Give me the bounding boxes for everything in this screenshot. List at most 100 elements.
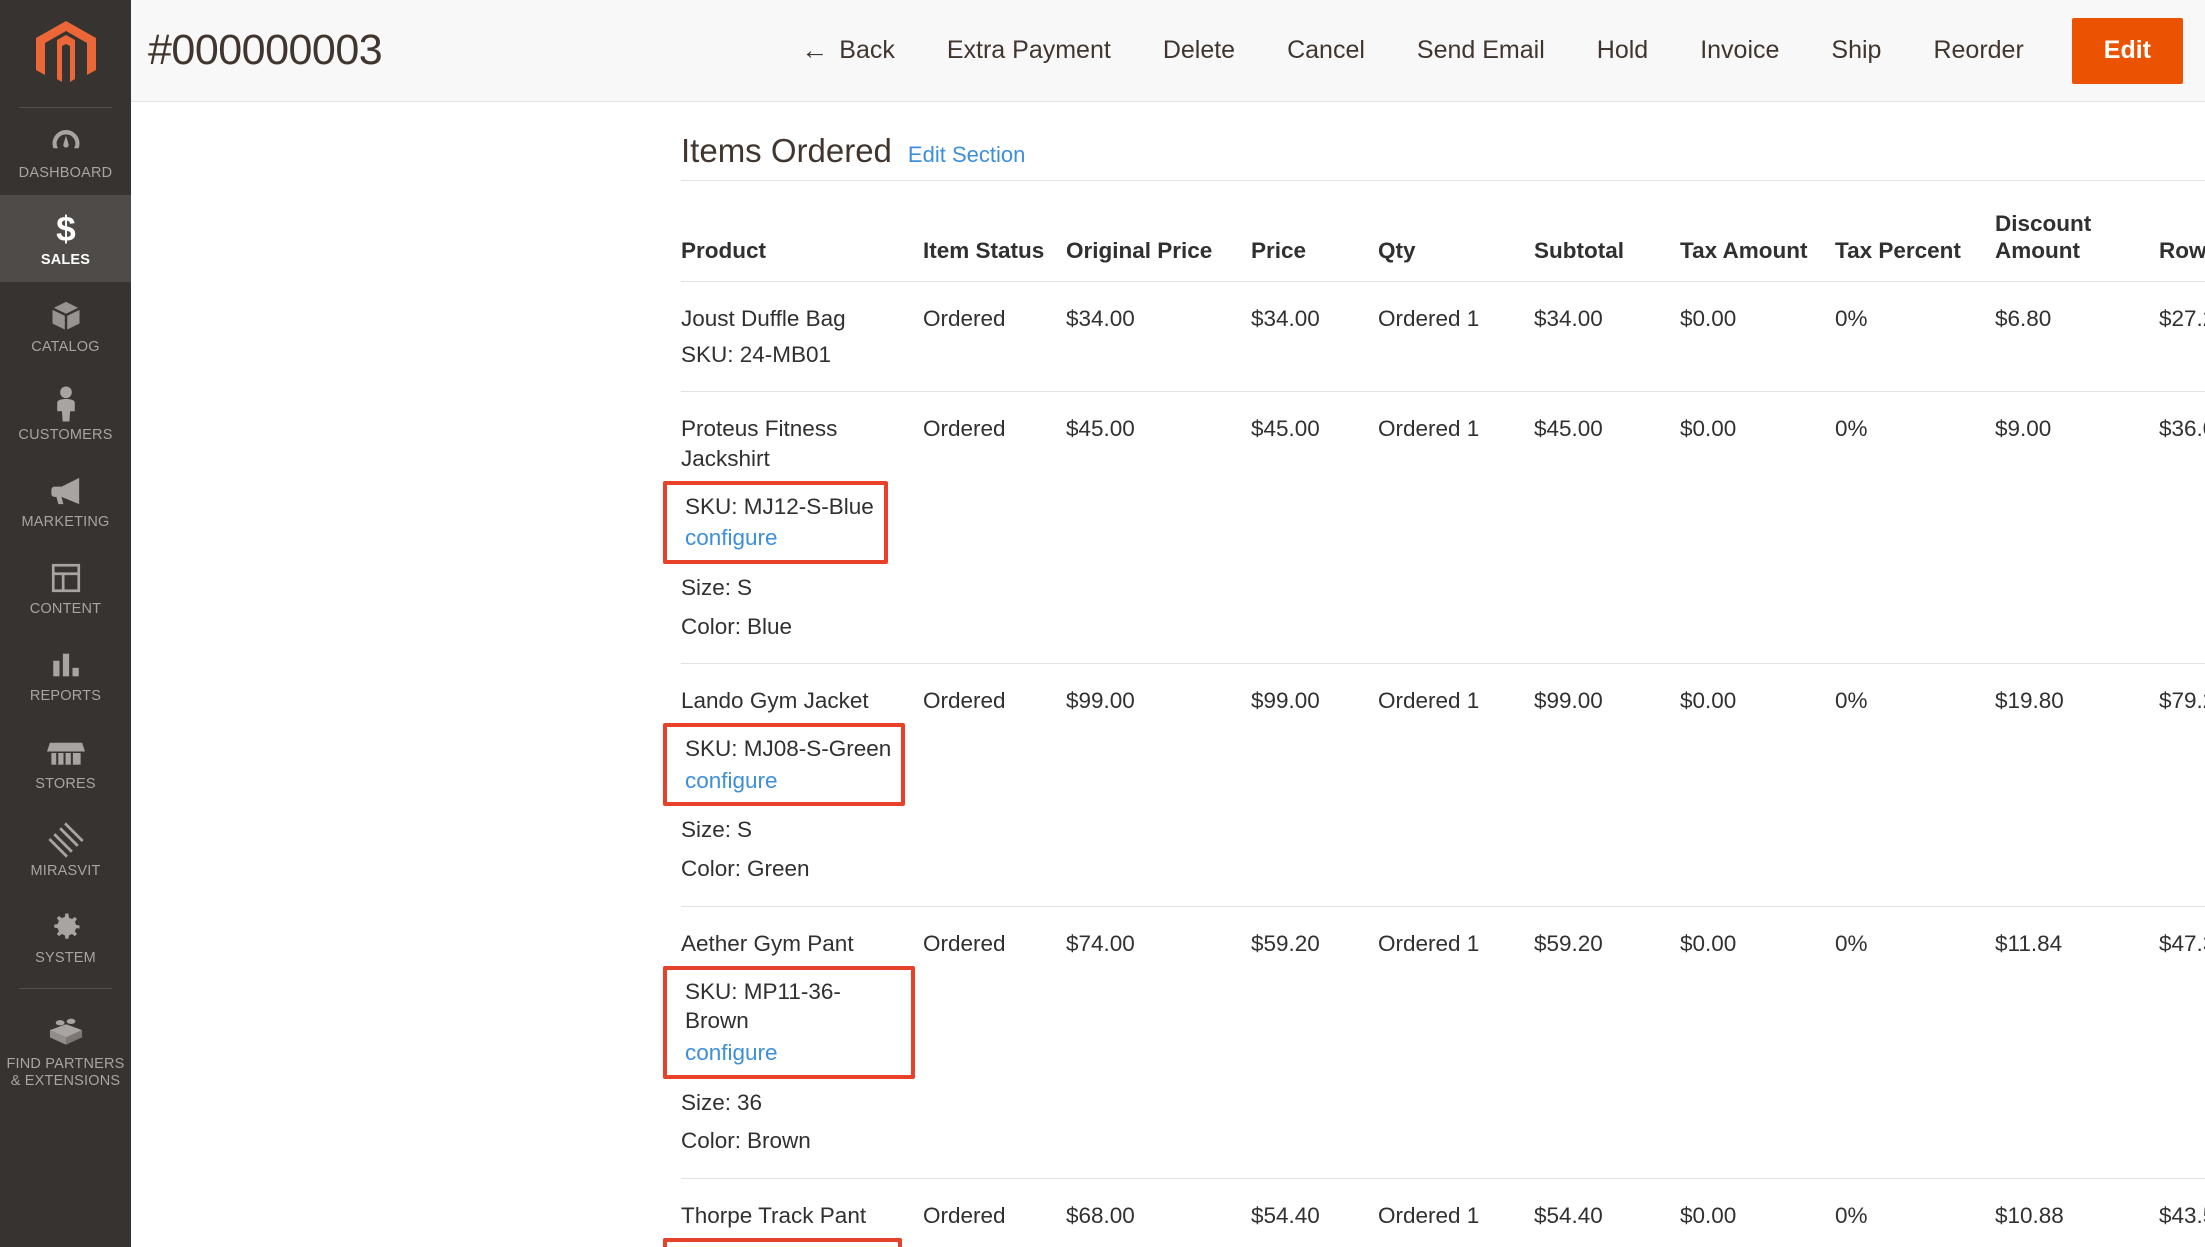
- configure-link[interactable]: configure: [685, 1038, 901, 1068]
- product-sku: SKU: MP11-36-Brown: [685, 977, 901, 1036]
- product-option-label: Color:: [681, 614, 741, 639]
- sku-highlight-box: SKU: MP11-36-Brownconfigure: [663, 966, 915, 1079]
- product-option-value: S: [737, 575, 752, 600]
- ship-button[interactable]: Ship: [1805, 0, 1907, 101]
- extra-payment-button[interactable]: Extra Payment: [921, 0, 1137, 101]
- discount-amount-cell: $11.84: [1995, 906, 2159, 1178]
- row-total-cell: $43.52: [2159, 1178, 2205, 1247]
- sidebar-item-system[interactable]: SYSTEM: [0, 893, 131, 980]
- tax-amount-cell: $0.00: [1680, 1178, 1835, 1247]
- sidebar-item-label: FIND PARTNERS & EXTENSIONS: [6, 1056, 124, 1088]
- dollar-sign-icon: $: [4, 208, 127, 250]
- tax-amount-cell: $0.00: [1680, 281, 1835, 391]
- product-cell: Thorpe Track PantSKU: MP07-34-Blueconfig…: [681, 1178, 923, 1247]
- table-row: Proteus Fitness JackshirtSKU: MJ12-S-Blu…: [681, 392, 2205, 664]
- sidebar: DASHBOARD $ SALES CATALOG CUSTOMERS MARKETING…: [0, 0, 131, 1247]
- sidebar-item-dashboard[interactable]: DASHBOARD: [0, 108, 131, 195]
- items-ordered-header: Items Ordered Edit Section: [681, 132, 2160, 180]
- cancel-button[interactable]: Cancel: [1261, 0, 1391, 101]
- sidebar-item-label: CUSTOMERS: [18, 427, 112, 443]
- product-cell: Joust Duffle BagSKU: 24-MB01: [681, 281, 923, 391]
- sidebar-item-customers[interactable]: CUSTOMERS: [0, 370, 131, 457]
- sidebar-item-reports[interactable]: REPORTS: [0, 631, 131, 718]
- price-cell: $99.00: [1251, 664, 1378, 906]
- sidebar-item-catalog[interactable]: CATALOG: [0, 282, 131, 369]
- sidebar-item-mirasvit[interactable]: MIRASVIT: [0, 806, 131, 893]
- sidebar-item-label: DASHBOARD: [19, 165, 113, 181]
- sidebar-item-label: REPORTS: [30, 688, 101, 704]
- product-cell: Lando Gym JacketSKU: MJ08-S-Greenconfigu…: [681, 664, 923, 906]
- product-name: Joust Duffle Bag: [681, 304, 915, 334]
- megaphone-icon: [4, 470, 127, 512]
- column-header-product: Product: [681, 181, 923, 282]
- gear-icon: [4, 906, 127, 948]
- qty-cell: Ordered 1: [1378, 1178, 1534, 1247]
- layout-panel-icon: [4, 557, 127, 599]
- edit-button[interactable]: Edit: [2072, 18, 2183, 84]
- sidebar-item-label: SALES: [41, 252, 90, 268]
- discount-amount-cell: $19.80: [1995, 664, 2159, 906]
- product-option: Size:36: [681, 1088, 915, 1118]
- table-row: Lando Gym JacketSKU: MJ08-S-Greenconfigu…: [681, 664, 2205, 906]
- hold-button[interactable]: Hold: [1571, 0, 1674, 101]
- sidebar-divider: [19, 988, 112, 989]
- qty-cell: Ordered 1: [1378, 392, 1534, 664]
- sidebar-item-label: MARKETING: [22, 514, 110, 530]
- product-option: Size:S: [681, 573, 915, 603]
- product-option: Color:Brown: [681, 1126, 915, 1156]
- storefront-icon: [4, 732, 127, 774]
- product-option-label: Color:: [681, 856, 741, 881]
- product-option-value: S: [737, 817, 752, 842]
- column-header-tax-amount: Tax Amount: [1680, 181, 1835, 282]
- sidebar-item-label: CONTENT: [30, 601, 101, 617]
- product-option-value: Brown: [747, 1128, 811, 1153]
- edit-section-link[interactable]: Edit Section: [908, 142, 1025, 168]
- product-name: Thorpe Track Pant: [681, 1201, 915, 1231]
- column-header-qty: Qty: [1378, 181, 1534, 282]
- invoice-button[interactable]: Invoice: [1674, 0, 1805, 101]
- original-price-cell: $74.00: [1066, 906, 1251, 1178]
- configure-link[interactable]: configure: [685, 523, 874, 553]
- sidebar-item-marketing[interactable]: MARKETING: [0, 457, 131, 544]
- row-total-cell: $47.36: [2159, 906, 2205, 1178]
- sidebar-item-find-partners-extensions[interactable]: FIND PARTNERS & EXTENSIONS: [0, 999, 131, 1102]
- back-button-label: Back: [839, 36, 895, 65]
- product-option-label: Size:: [681, 1090, 731, 1115]
- qty-cell: Ordered 1: [1378, 906, 1534, 1178]
- row-total-cell: $79.20: [2159, 664, 2205, 906]
- table-row: Thorpe Track PantSKU: MP07-34-Blueconfig…: [681, 1178, 2205, 1247]
- item-status-cell: Ordered: [923, 392, 1066, 664]
- product-option-label: Size:: [681, 575, 731, 600]
- subtotal-cell: $45.00: [1534, 392, 1680, 664]
- sidebar-item-content[interactable]: CONTENT: [0, 544, 131, 631]
- column-header-discount-amount: Discount Amount: [1995, 181, 2159, 282]
- price-cell: $54.40: [1251, 1178, 1378, 1247]
- product-cell: Aether Gym PantSKU: MP11-36-Brownconfigu…: [681, 906, 923, 1178]
- product-option-label: Size:: [681, 817, 731, 842]
- sidebar-item-label: CATALOG: [31, 339, 100, 355]
- column-header-subtotal: Subtotal: [1534, 181, 1680, 282]
- reorder-button[interactable]: Reorder: [1907, 0, 2049, 101]
- tax-percent-cell: 0%: [1835, 281, 1995, 391]
- product-option-value: Blue: [747, 614, 792, 639]
- configure-link[interactable]: configure: [685, 766, 891, 796]
- magento-logo[interactable]: [0, 0, 131, 108]
- product-name: Proteus Fitness Jackshirt: [681, 414, 915, 473]
- sidebar-item-stores[interactable]: STORES: [0, 719, 131, 806]
- sidebar-item-label: SYSTEM: [35, 950, 96, 966]
- delete-button[interactable]: Delete: [1137, 0, 1261, 101]
- arrow-left-icon: ←: [801, 37, 828, 64]
- item-status-cell: Ordered: [923, 906, 1066, 1178]
- tax-percent-cell: 0%: [1835, 392, 1995, 664]
- column-header-tax-percent: Tax Percent: [1835, 181, 1995, 282]
- person-icon: [4, 383, 127, 425]
- sidebar-item-sales[interactable]: $ SALES: [0, 195, 131, 282]
- product-sku: SKU: MJ08-S-Green: [685, 734, 891, 764]
- table-header-row: ProductItem StatusOriginal PricePriceQty…: [681, 181, 2205, 282]
- send-email-button[interactable]: Send Email: [1391, 0, 1571, 101]
- qty-cell: Ordered 1: [1378, 281, 1534, 391]
- back-button[interactable]: ← Back: [775, 0, 921, 101]
- lego-brick-icon: [4, 1012, 127, 1054]
- tax-percent-cell: 0%: [1835, 1178, 1995, 1247]
- original-price-cell: $34.00: [1066, 281, 1251, 391]
